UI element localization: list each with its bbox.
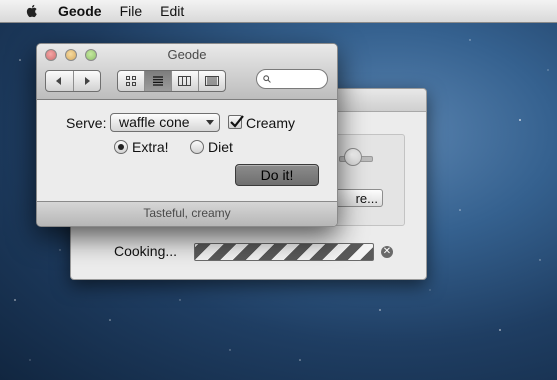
- forward-button[interactable]: [74, 71, 101, 91]
- status-bar: Tasteful, creamy: [37, 201, 337, 226]
- cancel-progress-icon[interactable]: ✕: [381, 246, 393, 258]
- geode-window: Geode Serve: waffle cone Creamy Extra! D…: [36, 43, 338, 227]
- back-button[interactable]: [46, 71, 74, 91]
- apple-menu-icon[interactable]: [24, 3, 40, 19]
- view-list-mode[interactable]: [145, 71, 172, 91]
- serve-label: Serve:: [66, 115, 107, 131]
- background-window-button[interactable]: re...: [335, 189, 383, 207]
- chevron-down-icon: [206, 120, 214, 125]
- back-forward-control: [45, 70, 101, 92]
- window-content: Serve: waffle cone Creamy Extra! Diet Do…: [37, 100, 337, 201]
- menu-app-name[interactable]: Geode: [58, 3, 102, 19]
- serve-popup-button[interactable]: waffle cone: [110, 113, 220, 132]
- slider-knob[interactable]: [344, 148, 362, 166]
- do-it-button[interactable]: Do it!: [235, 164, 319, 186]
- forward-arrow-icon: [84, 77, 90, 85]
- serve-selected-value: waffle cone: [119, 114, 190, 130]
- view-mode-control: [117, 70, 226, 92]
- back-arrow-icon: [56, 77, 62, 85]
- view-coverflow-mode[interactable]: [199, 71, 225, 91]
- search-input[interactable]: [275, 71, 327, 87]
- menu-edit[interactable]: Edit: [160, 3, 184, 19]
- progress-indicator: [194, 243, 374, 261]
- radio-diet-label[interactable]: Diet: [208, 139, 233, 155]
- creamy-label[interactable]: Creamy: [246, 115, 295, 131]
- window-title: Geode: [167, 47, 207, 62]
- menu-bar: Geode File Edit: [0, 0, 557, 23]
- view-column-mode[interactable]: [172, 71, 199, 91]
- checkmark-icon: [230, 115, 244, 128]
- cooking-label: Cooking...: [114, 243, 178, 259]
- list-view-icon: [153, 76, 164, 86]
- column-view-icon: [178, 76, 192, 86]
- group-box: [331, 134, 405, 226]
- search-field[interactable]: [256, 69, 328, 89]
- menu-file[interactable]: File: [120, 3, 143, 19]
- radio-extra-label[interactable]: Extra!: [132, 139, 169, 155]
- radio-diet[interactable]: [190, 140, 204, 154]
- view-icon-mode[interactable]: [118, 71, 146, 91]
- status-text: Tasteful, creamy: [143, 206, 231, 220]
- window-toolbar: Geode: [37, 44, 337, 100]
- icon-view-icon: [126, 76, 137, 86]
- search-icon: [263, 75, 271, 83]
- radio-extra[interactable]: [114, 140, 128, 154]
- creamy-checkbox[interactable]: [228, 115, 244, 129]
- coverflow-view-icon: [204, 76, 219, 86]
